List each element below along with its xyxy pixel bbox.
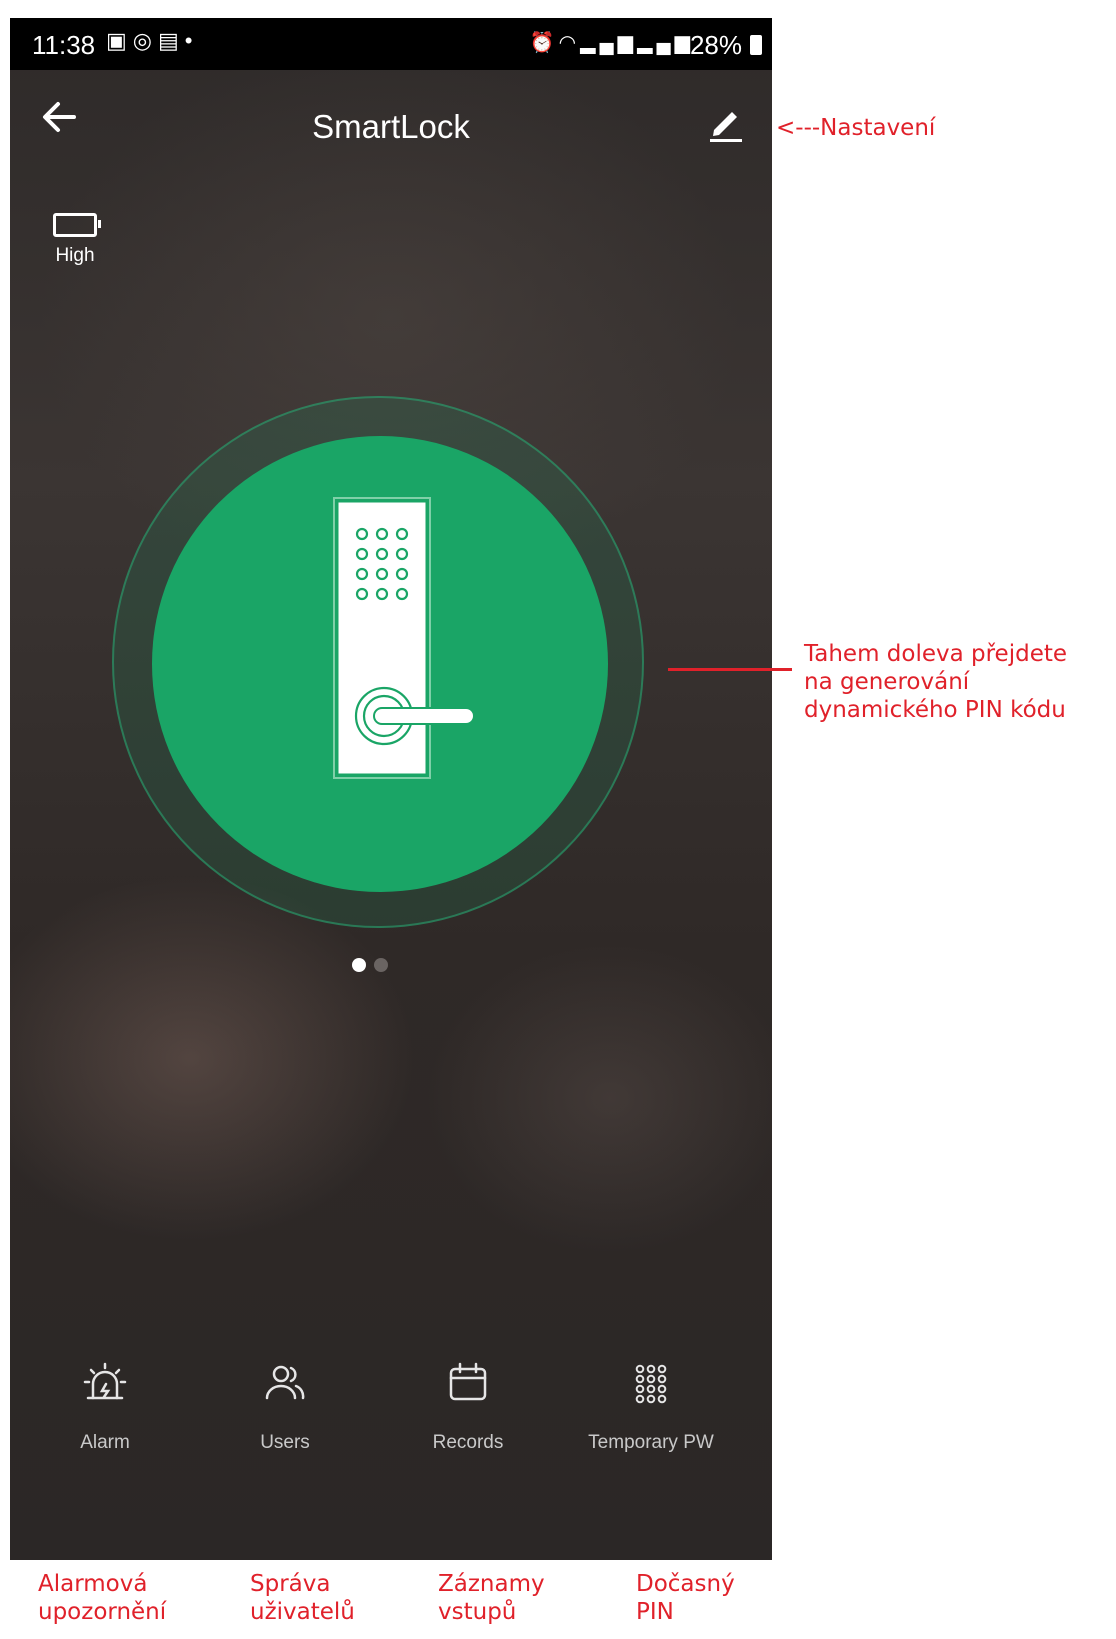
annotation-alarm: Alarmová upozornění <box>38 1570 166 1626</box>
annotation-swipe-line1: Tahem doleva přejdete <box>804 641 1068 667</box>
annotation-records: Záznamy vstupů <box>438 1570 545 1626</box>
wifi-icon: ◠ <box>558 32 581 54</box>
page-indicator <box>352 958 396 977</box>
status-bar: 11:38 ▣◎▤• ⏰◠▂▄▆▂▄▆ 28% <box>10 18 772 70</box>
calendar-icon <box>449 1362 487 1401</box>
whatsapp-icon: ◎ <box>132 28 158 53</box>
annotation-temporary: Dočasný PIN <box>636 1570 735 1626</box>
page-dot <box>374 958 388 972</box>
battery-level-label: High <box>55 245 95 266</box>
battery-percent: 28% <box>689 30 742 60</box>
alarm-siren-icon <box>83 1362 127 1400</box>
pencil-icon[interactable] <box>706 102 746 142</box>
nav-label-temporary-pw: Temporary PW <box>588 1432 714 1453</box>
annotation-users: Správa uživatelů <box>250 1570 355 1626</box>
signal-icon: ▂▄▆ <box>637 32 694 54</box>
nav-label-records: Records <box>432 1432 504 1453</box>
annotation-records-line1: Záznamy <box>438 1571 545 1597</box>
alarm-icon: ⏰ <box>529 32 559 54</box>
signal-icon: ▂▄▆ <box>580 32 638 54</box>
annotation-settings: <---Nastavení <box>776 115 936 141</box>
annotation-swipe-line3: dynamického PIN kódu <box>804 697 1066 723</box>
annotation-users-line2: uživatelů <box>250 1599 355 1625</box>
notification-icons: ▣◎▤• <box>106 28 199 54</box>
annotation-records-line2: vstupů <box>438 1599 517 1625</box>
gallery-icon: ▣ <box>106 28 133 53</box>
annotation-swipe-line2: na generování <box>804 669 970 695</box>
annotation-pointer-line <box>668 668 792 671</box>
nav-label-users: Users <box>260 1432 310 1453</box>
users-icon <box>265 1365 305 1400</box>
annotation-temporary-line2: PIN <box>636 1599 674 1625</box>
page-title: SmartLock <box>312 108 470 145</box>
battery-icon <box>750 35 762 55</box>
system-icons: ⏰◠▂▄▆▂▄▆ <box>530 30 694 55</box>
app-header: SmartLock <box>10 70 772 170</box>
door-lock-keypad-icon <box>333 497 475 779</box>
nav-temporary-pw[interactable]: Temporary PW <box>556 1360 746 1454</box>
phone-screen: 11:38 ▣◎▤• ⏰◠▂▄▆▂▄▆ 28% SmartLock High A… <box>10 18 772 1560</box>
cast-icon: ▤ <box>158 28 185 53</box>
annotation-swipe: Tahem doleva přejdete na generování dyna… <box>804 640 1067 724</box>
nav-users[interactable]: Users <box>190 1360 380 1454</box>
annotation-temporary-line1: Dočasný <box>636 1571 735 1597</box>
dot-icon: • <box>184 28 199 53</box>
annotation-users-line1: Správa <box>250 1571 331 1597</box>
annotation-alarm-line2: upozornění <box>38 1599 167 1625</box>
annotation-alarm-line1: Alarmová <box>38 1571 148 1597</box>
keypad-dots-icon <box>635 1364 667 1404</box>
nav-alarm[interactable]: Alarm <box>10 1360 200 1454</box>
lock-battery-status: High <box>50 213 101 267</box>
battery-level-icon <box>53 213 101 237</box>
bottom-nav: Alarm Users Records Temporary PW <box>10 1360 772 1500</box>
page-dot-active <box>352 958 366 972</box>
nav-records[interactable]: Records <box>373 1360 563 1454</box>
status-time: 11:38 <box>32 30 96 60</box>
nav-label-alarm: Alarm <box>80 1432 130 1453</box>
